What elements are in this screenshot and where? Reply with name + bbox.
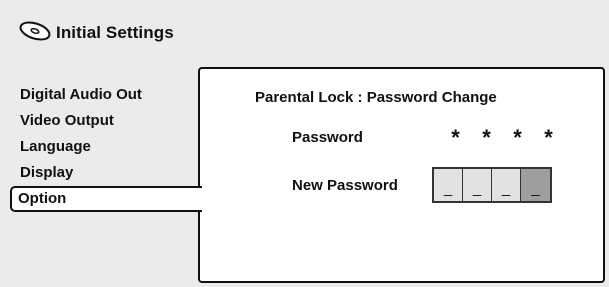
password-label: Password [292, 129, 363, 146]
new-password-input[interactable]: _ _ _ _ [432, 167, 552, 203]
new-password-digit-3[interactable]: _ [492, 169, 521, 201]
menu-item-digital-audio-out[interactable]: Digital Audio Out [12, 82, 202, 108]
new-password-digit-4-active[interactable]: _ [521, 169, 550, 201]
panel-title: Parental Lock : Password Change [255, 89, 497, 106]
password-mask-char: * [544, 125, 553, 150]
settings-menu: Digital Audio Out Video Output Language … [10, 82, 202, 212]
menu-item-display[interactable]: Display [12, 160, 202, 186]
header: Initial Settings [18, 20, 174, 46]
password-mask-char: * [513, 125, 522, 150]
new-password-label: New Password [292, 177, 398, 194]
password-mask-char: * [482, 125, 491, 150]
password-mask-char: * [451, 125, 460, 150]
password-mask: * * * * [440, 125, 564, 151]
password-change-panel: Parental Lock : Password Change Password… [198, 67, 605, 283]
initial-settings-screen: Initial Settings Digital Audio Out Video… [0, 0, 609, 287]
disc-icon [18, 20, 56, 47]
menu-item-language[interactable]: Language [12, 134, 202, 160]
page-title: Initial Settings [56, 23, 174, 42]
menu-item-video-output[interactable]: Video Output [12, 108, 202, 134]
menu-item-option[interactable]: Option [10, 186, 202, 212]
new-password-digit-1[interactable]: _ [434, 169, 463, 201]
new-password-digit-2[interactable]: _ [463, 169, 492, 201]
